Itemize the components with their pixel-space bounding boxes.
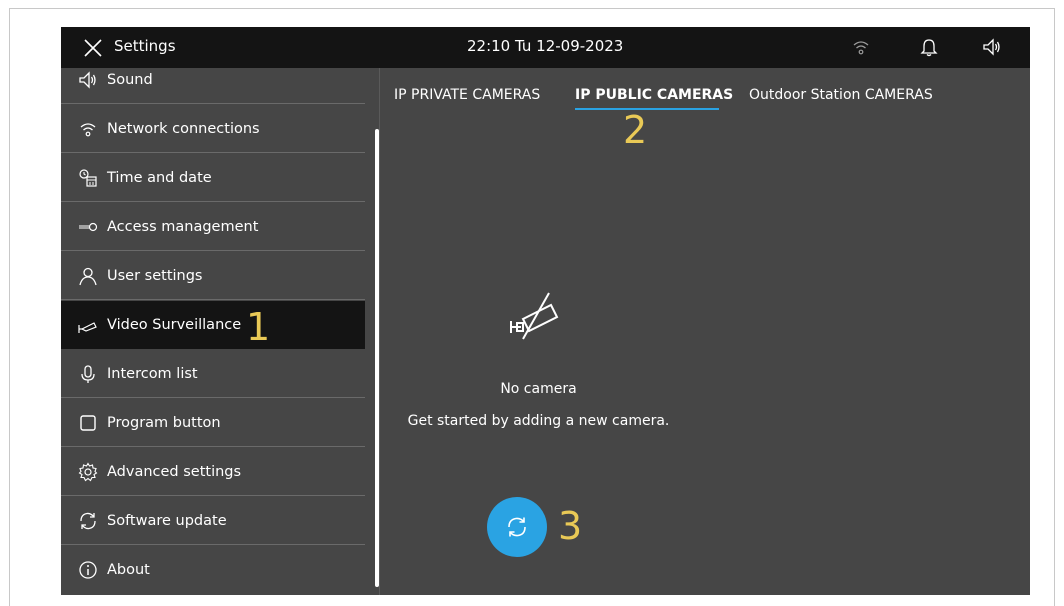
tab-outdoor-station-cameras[interactable]: Outdoor Station CAMERAS — [749, 87, 933, 103]
clock-calendar-icon — [79, 169, 97, 187]
sidebar-item-access[interactable]: Access management — [61, 203, 365, 251]
sidebar-item-label: Time and date — [107, 170, 212, 186]
step-marker-3: 3 — [558, 504, 583, 548]
settings-sidebar: Sound Network connections Time and date — [61, 68, 365, 595]
sidebar-item-label: Software update — [107, 513, 227, 529]
sidebar-item-network[interactable]: Network connections — [61, 105, 365, 153]
wifi-icon[interactable] — [851, 37, 871, 57]
refresh-button[interactable] — [487, 497, 547, 557]
sidebar-item-label: User settings — [107, 268, 203, 284]
sidebar-item-video-surveillance[interactable]: Video Surveillance 1 — [61, 301, 365, 349]
panel-divider — [379, 68, 380, 595]
datetime-display: 22:10 Tu 12-09-2023 — [467, 37, 624, 55]
sidebar-item-program-button[interactable]: Program button — [61, 399, 365, 447]
sidebar-item-label: Program button — [107, 415, 221, 431]
sidebar-item-advanced-settings[interactable]: Advanced settings — [61, 448, 365, 496]
sidebar-item-intercom-list[interactable]: Intercom list — [61, 350, 365, 398]
refresh-icon — [80, 512, 96, 530]
sidebar-item-label: Advanced settings — [107, 464, 242, 480]
empty-state-subtitle: Get started by adding a new camera. — [407, 413, 670, 429]
gear-icon — [78, 462, 98, 482]
step-marker-2: 2 — [623, 108, 648, 152]
key-icon — [79, 222, 98, 232]
sidebar-item-user-settings[interactable]: User settings — [61, 252, 365, 300]
user-icon — [79, 267, 97, 286]
empty-state-title: No camera — [500, 381, 577, 397]
device-screen: Settings 22:10 Tu 12-09-2023 Sound Netwo… — [61, 27, 1030, 595]
sidebar-item-label: Network connections — [107, 121, 260, 137]
sidebar-item-label: About — [107, 562, 150, 578]
refresh-icon — [508, 517, 526, 537]
wifi-icon — [80, 123, 96, 137]
sidebar-item-about[interactable]: About — [61, 546, 365, 594]
sidebar-item-software-update[interactable]: Software update — [61, 497, 365, 545]
sidebar-item-sound[interactable]: Sound — [61, 56, 365, 104]
no-camera-icon — [510, 292, 559, 340]
speaker-icon[interactable] — [982, 37, 1002, 57]
sidebar-item-label: Video Surveillance — [107, 317, 242, 333]
active-tab-indicator — [575, 108, 719, 110]
speaker-icon — [79, 71, 96, 89]
sidebar-item-label: Sound — [107, 72, 153, 88]
tab-ip-public-cameras[interactable]: IP PUBLIC CAMERAS — [575, 87, 733, 103]
camera-icon — [78, 322, 97, 333]
sidebar-item-label: Access management — [107, 219, 259, 235]
square-icon — [80, 415, 96, 431]
sidebar-item-label: Intercom list — [107, 366, 198, 382]
microphone-icon — [81, 365, 95, 383]
info-icon — [79, 561, 97, 579]
close-icon[interactable] — [83, 38, 103, 58]
bell-icon[interactable] — [919, 37, 939, 57]
step-marker-1: 1 — [246, 305, 271, 349]
sidebar-item-time-date[interactable]: Time and date — [61, 154, 365, 202]
tab-ip-private-cameras[interactable]: IP PRIVATE CAMERAS — [394, 87, 540, 103]
